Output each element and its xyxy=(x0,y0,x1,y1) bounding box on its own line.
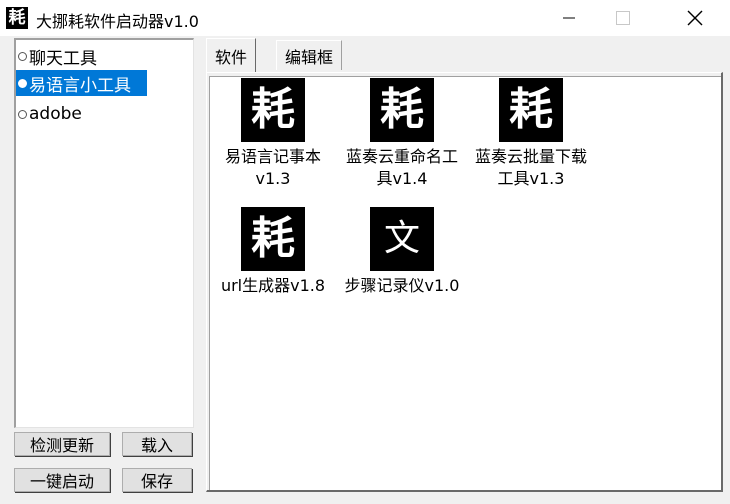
maximize-icon xyxy=(616,11,630,25)
tab-edit-box[interactable]: 编辑框 xyxy=(276,40,343,70)
group-item-adobe[interactable]: adobe xyxy=(16,101,98,127)
minimize-button[interactable] xyxy=(546,0,592,36)
app-tile-label: 易语言记事本v1.3 xyxy=(224,147,321,188)
group-list[interactable]: 聊天工具 易语言小工具 adobe xyxy=(14,38,194,428)
save-button[interactable]: 保存 xyxy=(122,468,192,492)
app-tile-label: 蓝奏云重命名工具v1.4 xyxy=(345,147,458,188)
radio-icon xyxy=(18,78,27,88)
app-tile-label: 蓝奏云批量下载工具v1.3 xyxy=(474,147,587,188)
radio-icon xyxy=(18,51,27,61)
close-button[interactable] xyxy=(672,0,718,36)
app-tile[interactable]: 文 步骤记录仪v1.0 xyxy=(339,207,465,297)
app-icon: 耗 xyxy=(6,7,28,29)
tab-software[interactable]: 软件 xyxy=(206,38,257,72)
app-tile[interactable]: 耗 蓝奏云批量下载工具v1.3 xyxy=(468,78,594,190)
app-logo-icon: 耗 xyxy=(370,78,434,142)
one-click-start-button[interactable]: 一键启动 xyxy=(14,468,110,492)
title-bar[interactable]: 耗 大挪耗软件启动器v1.0 xyxy=(0,0,730,36)
load-button[interactable]: 载入 xyxy=(122,432,192,456)
app-tile[interactable]: 耗 url生成器v1.8 xyxy=(210,207,336,297)
group-item-label: adobe xyxy=(29,104,82,124)
app-tile[interactable]: 耗 蓝奏云重命名工具v1.4 xyxy=(339,78,465,190)
group-item-label: 易语言小工具 xyxy=(29,75,131,96)
close-icon xyxy=(687,10,703,26)
check-update-button[interactable]: 检测更新 xyxy=(14,432,110,456)
group-item-eyuyan-tools[interactable]: 易语言小工具 xyxy=(16,70,147,96)
app-icon-list[interactable]: 耗 易语言记事本v1.3 耗 蓝奏云重命名工具v1.4 耗 蓝奏云批量下载工具v… xyxy=(209,76,721,490)
window-title: 大挪耗软件启动器v1.0 xyxy=(36,12,199,31)
maximize-button[interactable] xyxy=(600,0,646,36)
group-item-chat-tools[interactable]: 聊天工具 xyxy=(16,43,113,69)
app-logo-icon: 耗 xyxy=(241,207,305,271)
app-tile-label: 步骤记录仪v1.0 xyxy=(344,276,460,295)
radio-icon xyxy=(18,109,27,119)
tab-panel-software: 耗 易语言记事本v1.3 耗 蓝奏云重命名工具v1.4 耗 蓝奏云批量下载工具v… xyxy=(206,72,723,492)
app-logo-icon: 文 xyxy=(370,207,434,271)
app-tile[interactable]: 耗 易语言记事本v1.3 xyxy=(210,78,336,190)
window-client: 聊天工具 易语言小工具 adobe 检测更新 载入 一键启动 保存 软件 编辑框… xyxy=(0,36,730,504)
app-logo-icon: 耗 xyxy=(241,78,305,142)
group-item-label: 聊天工具 xyxy=(29,48,97,69)
app-tile-label: url生成器v1.8 xyxy=(220,276,326,295)
app-logo-icon: 耗 xyxy=(499,78,563,142)
minimize-icon xyxy=(563,17,575,19)
